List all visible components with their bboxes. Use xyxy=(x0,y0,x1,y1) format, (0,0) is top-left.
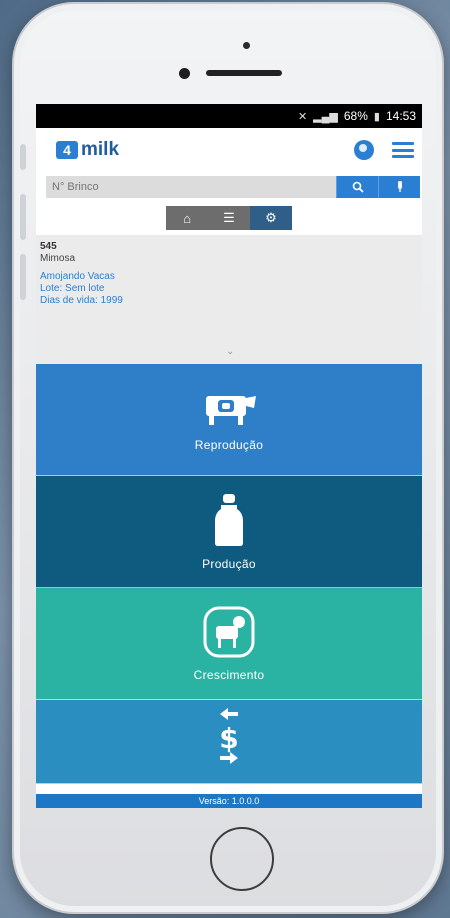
search-input[interactable] xyxy=(46,176,336,198)
logo-text: milk xyxy=(81,139,120,160)
tab-settings[interactable]: ⚙ xyxy=(250,206,292,230)
logo-mark: 4 xyxy=(56,141,78,159)
home-button[interactable] xyxy=(210,827,274,891)
animal-status-link[interactable]: Amojando Vacas xyxy=(40,271,418,283)
app-logo: 4 milk xyxy=(56,139,119,161)
mute-icon: ✕ xyxy=(297,110,308,123)
animal-age-link[interactable]: Dias de vida: 1999 xyxy=(40,295,418,307)
signal-icon: ▂▄▆ xyxy=(313,110,338,123)
module-producao[interactable]: Produção xyxy=(36,476,422,588)
animal-number: 545 xyxy=(40,241,57,252)
animal-name: Mimosa xyxy=(40,253,76,264)
settings-icon: ⚙ xyxy=(265,210,277,225)
home-icon: ⌂ xyxy=(183,210,191,226)
voice-search-button[interactable] xyxy=(378,176,420,198)
milk-bottle-icon xyxy=(215,493,243,546)
search-icon xyxy=(352,181,364,193)
module-crescimento[interactable]: Crescimento xyxy=(36,588,422,700)
module-label: Produção xyxy=(202,556,256,571)
app-header: 4 milk xyxy=(36,128,422,172)
module-reproducao[interactable]: Reprodução xyxy=(36,364,422,476)
tab-home[interactable]: ⌂ xyxy=(166,206,208,230)
module-label: Reprodução xyxy=(194,437,264,452)
calf-icon xyxy=(203,606,255,657)
module-label: Crescimento xyxy=(193,667,265,682)
globe-icon[interactable] xyxy=(354,140,374,160)
cow-icon xyxy=(206,395,256,425)
volume-down-button xyxy=(20,254,26,300)
volume-up-button xyxy=(20,194,26,240)
app-screen: ✕ ▂▄▆ 68% ▮ 14:53 4 milk ⌂ ☰ ⚙ 545 Mimos… xyxy=(36,104,422,808)
svg-text:$: $ xyxy=(219,722,238,755)
search-button[interactable] xyxy=(336,176,378,198)
status-bar: ✕ ▂▄▆ 68% ▮ 14:53 xyxy=(36,104,422,128)
chevron-down-icon[interactable]: ⌄ xyxy=(226,346,234,358)
hamburger-menu-icon[interactable] xyxy=(392,142,414,158)
battery-percent: 68% xyxy=(343,109,368,123)
status-time: 14:53 xyxy=(385,109,416,123)
search-bar xyxy=(46,176,420,198)
front-camera xyxy=(179,68,190,79)
list-icon: ☰ xyxy=(223,210,235,225)
earpiece-speaker xyxy=(206,70,282,76)
animal-info-panel: 545 Mimosa Amojando Vacas Lote: Sem lote… xyxy=(36,235,422,364)
battery-icon: ▮ xyxy=(373,110,380,123)
view-tabs: ⌂ ☰ ⚙ xyxy=(166,206,292,230)
sensor-dot xyxy=(243,42,250,49)
animal-lot-link[interactable]: Lote: Sem lote xyxy=(40,283,418,295)
tab-list[interactable]: ☰ xyxy=(208,206,250,230)
microphone-icon xyxy=(397,181,402,192)
module-financeiro[interactable]: $ xyxy=(36,700,422,784)
mute-switch xyxy=(20,144,26,170)
dollar-exchange-icon: $ xyxy=(219,708,239,764)
app-version: Versão: 1.0.0.0 xyxy=(36,794,422,808)
